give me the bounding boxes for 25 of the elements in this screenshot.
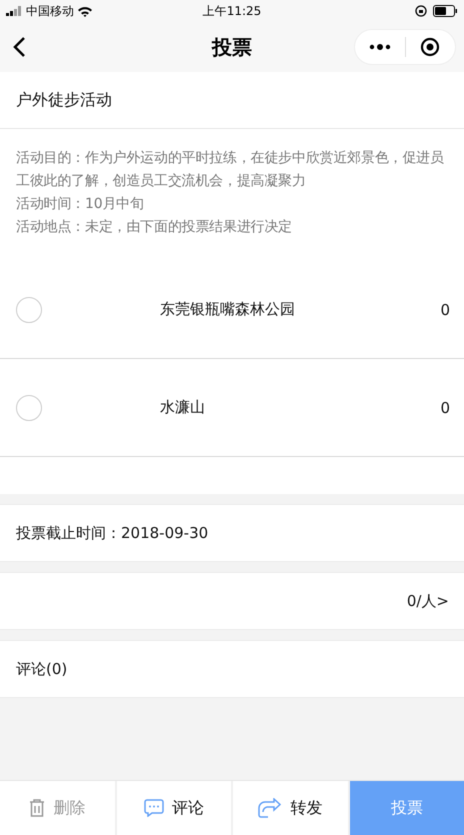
- description-text: 活动时间：10月中旬: [16, 195, 145, 214]
- battery-icon: [433, 5, 458, 17]
- description-text: 活动目的：作为户外运动的平时拉练，在徒步中欣赏近郊景色，促进员工彼此的了解，创造员工交流机会，提高凝聚力: [16, 149, 445, 191]
- clock-time: 上午11:25: [202, 4, 262, 18]
- trash-icon: [29, 799, 46, 817]
- radio-button[interactable]: [16, 394, 42, 420]
- carrier-name: 中国移动: [26, 2, 74, 20]
- comments-header: 评论(0): [16, 660, 68, 678]
- option-label: 水濂山: [160, 398, 205, 417]
- target-icon: [420, 37, 440, 57]
- deadline-text: 投票截止时间：2018-09-30: [16, 524, 208, 542]
- activity-title: 户外徒步活动: [0, 72, 464, 129]
- more-icon: [368, 44, 391, 50]
- page-title: 投票: [212, 34, 252, 60]
- option-label: 东莞银瓶嘴森林公园: [160, 300, 295, 319]
- wifi-icon: [77, 6, 93, 16]
- back-chevron-icon: [12, 36, 26, 58]
- rotation-lock-icon: [415, 5, 428, 17]
- radio-button[interactable]: [16, 296, 42, 322]
- signal-icon: [6, 6, 23, 16]
- vote-count: 0: [440, 398, 450, 416]
- vote-count: 0: [440, 300, 450, 318]
- description-text: 活动地点：未定，由下面的投票结果进行决定: [16, 218, 294, 237]
- voters-link[interactable]: 0/人>: [406, 592, 449, 610]
- speech-bubble-icon: [144, 799, 164, 817]
